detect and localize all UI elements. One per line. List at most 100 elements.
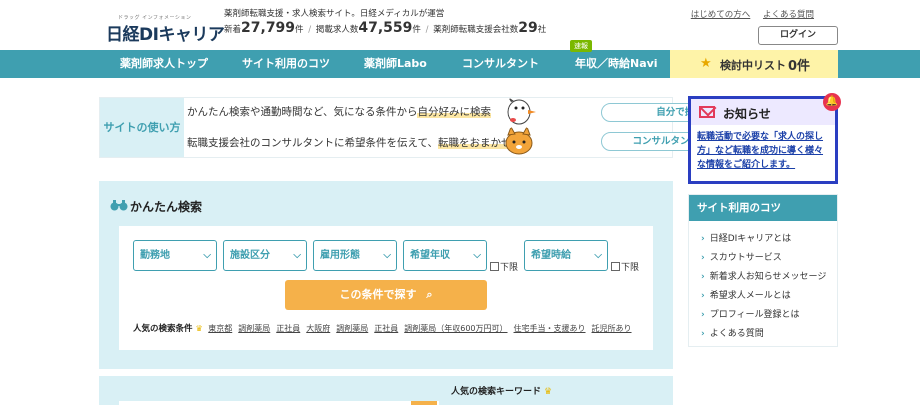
chevron-down-icon: ⌵	[203, 250, 211, 261]
crown-icon: ♛	[544, 387, 553, 397]
chevron-right-icon: ›	[701, 310, 705, 320]
easy-search-section: かんたん検索 勤務地 ⌵ 施設区分 ⌵ 雇用形態 ⌵ 希望年収 ⌵ 下限 希望時給 ⌵ 下…	[99, 181, 673, 369]
howto-row2-text: 転職支援会社のコンサルタントに希望条件を伝えて、	[187, 137, 438, 149]
logo-di: DI	[139, 25, 159, 45]
popular-keyword[interactable]: 託児所あり	[592, 324, 632, 333]
keyword-search-button[interactable]	[411, 401, 437, 405]
chevron-down-icon: ⌵	[293, 250, 301, 261]
listed-jobs-label: 掲載求人数	[315, 25, 359, 35]
easy-search-title: かんたん検索	[110, 198, 202, 215]
cat-mascot-icon	[505, 126, 533, 155]
chevron-right-icon: ›	[701, 272, 705, 282]
popular-keyword[interactable]: 東京都	[208, 324, 232, 333]
popular-keyword[interactable]: 正社員	[374, 324, 398, 333]
popular-keywords-title-text: 人気の検索キーワード	[451, 387, 542, 397]
popular-keyword[interactable]: 調剤薬局（年収600万円可）	[404, 324, 507, 333]
search-submit-label: この条件で探す	[339, 288, 417, 301]
site-tips-panel: サイト利用のコツ › 日経DIキャリアとは › スカウトサービス › 新着求人お知らせ…	[688, 194, 838, 347]
tips-item-scout[interactable]: › スカウトサービス	[701, 250, 782, 263]
favorites-list-button[interactable]: ★ 検討中リスト 0件	[670, 50, 838, 78]
keyword-search-section: 人気の検索キーワード ♛	[99, 376, 673, 405]
bird-mascot-icon	[507, 97, 536, 125]
select-work-location[interactable]: 勤務地 ⌵	[133, 240, 217, 271]
popular-keyword[interactable]: 調剤薬局	[336, 324, 368, 333]
search-submit-button[interactable]: この条件で探す ⌕	[285, 280, 487, 310]
hourly-wage-minimum-checkbox[interactable]: 下限	[611, 260, 639, 273]
new-jobs-unit: 件	[295, 25, 304, 35]
tips-item-label: 希望求人メールとは	[709, 291, 791, 301]
new-jobs-count: 27,799	[241, 20, 296, 36]
stats-separator: /	[308, 25, 312, 35]
site-header: ドラッグ インフォメーション 日経DIキャリア 薬剤師転職支援・求人検索サイト。…	[0, 0, 920, 50]
keyword-input[interactable]	[119, 401, 439, 405]
select-hourly-wage-label: 希望時給	[531, 250, 571, 261]
tips-item-profile[interactable]: › プロフィール登録とは	[701, 307, 800, 320]
select-work-location-label: 勤務地	[140, 250, 170, 261]
notice-box[interactable]: お知らせ 転職活動で必要な「求人の探し方」など転職を成功に導く様々な情報をご紹介…	[688, 96, 838, 184]
listed-jobs-unit: 件	[412, 25, 421, 35]
popular-conditions-label: 人気の検索条件	[133, 324, 193, 334]
logo-text: 日経DIキャリア	[106, 20, 225, 45]
notice-link[interactable]: 転職活動で必要な「求人の探し方」など転職を成功に導く様々な情報をご紹介します。	[691, 125, 835, 177]
breaking-badge: 速報	[570, 40, 592, 52]
select-hourly-wage[interactable]: 希望時給 ⌵	[524, 240, 608, 271]
select-facility-type[interactable]: 施設区分 ⌵	[223, 240, 307, 271]
notice-header: お知らせ	[691, 99, 835, 125]
how-to-use-panel: サイトの使い方 かんたん検索や通勤時間など、気になる条件から自分好みに検索 転職…	[99, 97, 759, 158]
annual-salary-minimum-checkbox[interactable]: 下限	[490, 260, 518, 273]
link-faq[interactable]: よくある質問	[763, 10, 814, 20]
nav-pharmacist-jobs-top[interactable]: 薬剤師求人トップ	[120, 50, 208, 78]
site-tips-title: サイト利用のコツ	[689, 195, 837, 221]
mail-icon	[699, 106, 715, 118]
favorites-label: 検討中リスト	[720, 59, 786, 72]
nav-consultant[interactable]: コンサルタント	[462, 50, 539, 78]
tips-item-faq[interactable]: › よくある質問	[701, 326, 764, 339]
chevron-down-icon: ⌵	[473, 250, 481, 261]
checkbox-box	[611, 262, 620, 271]
logo-prefix: 日経	[106, 25, 140, 45]
companies-count: 29	[518, 20, 538, 36]
tips-item-new-jobs-message[interactable]: › 新着求人お知らせメッセージ	[701, 269, 826, 282]
page: ドラッグ インフォメーション 日経DIキャリア 薬剤師転職支援・求人検索サイト。…	[0, 0, 920, 405]
listed-jobs-count: 47,559	[358, 20, 413, 36]
job-stats: 新着27,799件 / 掲載求人数47,559件 / 薬剤師転職支援会社数29社	[224, 20, 546, 36]
search-form: 勤務地 ⌵ 施設区分 ⌵ 雇用形態 ⌵ 希望年収 ⌵ 下限 希望時給 ⌵ 下限 この条件で…	[119, 226, 653, 350]
nav-site-tips[interactable]: サイト利用のコツ	[242, 50, 330, 78]
select-annual-salary[interactable]: 希望年収 ⌵	[403, 240, 487, 271]
checkbox-label: 下限	[500, 263, 519, 273]
new-jobs-label: 新着	[224, 25, 242, 35]
howto-row2-highlight: 転職をおまかせ	[437, 137, 512, 149]
login-button[interactable]: ログイン	[758, 26, 838, 45]
link-first-time[interactable]: はじめての方へ	[691, 10, 751, 20]
tips-item-label: プロフィール登録とは	[709, 310, 800, 320]
howto-row1-text: かんたん検索や通勤時間など、気になる条件から	[187, 106, 418, 118]
tips-item-job-mail[interactable]: › 希望求人メールとは	[701, 288, 791, 301]
popular-keyword[interactable]: 調剤薬局	[238, 324, 270, 333]
tips-item-label: よくある質問	[709, 329, 764, 339]
popular-keyword[interactable]: 大阪府	[306, 324, 330, 333]
companies-unit: 社	[537, 25, 547, 35]
chevron-right-icon: ›	[701, 291, 705, 301]
easy-search-title-text: かんたん検索	[130, 200, 203, 214]
select-employment-type[interactable]: 雇用形態 ⌵	[313, 240, 397, 271]
chevron-down-icon: ⌵	[594, 250, 602, 261]
tips-item-label: 日経DIキャリアとは	[709, 234, 792, 244]
favorites-count: 0件	[788, 59, 811, 74]
popular-keyword[interactable]: 住宅手当・支援あり	[514, 324, 586, 333]
tips-item-about[interactable]: › 日経DIキャリアとは	[701, 231, 791, 244]
howto-row-self: かんたん検索や通勤時間など、気になる条件から自分好みに検索	[187, 104, 491, 119]
howto-row1-highlight: 自分好みに検索	[417, 106, 491, 118]
popular-conditions: 人気の検索条件 ♛ 東京都 調剤薬局 正社員 大阪府 調剤薬局 正社員 調剤薬局（年収600万…	[133, 322, 638, 334]
tips-item-label: 新着求人お知らせメッセージ	[709, 272, 827, 282]
nav-salary-navi[interactable]: 年収／時給Navi	[575, 50, 658, 78]
notice-title: お知らせ	[723, 107, 771, 121]
tagline: 薬剤師転職支援・求人検索サイト。日経メディカルが運営	[224, 9, 445, 19]
chevron-right-icon: ›	[701, 253, 705, 263]
checkbox-box	[490, 262, 499, 271]
bell-icon: 🔔	[823, 93, 841, 111]
chevron-right-icon: ›	[701, 234, 705, 244]
tips-item-label: スカウトサービス	[709, 253, 782, 263]
popular-keyword[interactable]: 正社員	[276, 324, 300, 333]
nav-labo[interactable]: 薬剤師Labo	[364, 50, 427, 78]
header-links: はじめての方へ よくある質問	[681, 8, 814, 20]
